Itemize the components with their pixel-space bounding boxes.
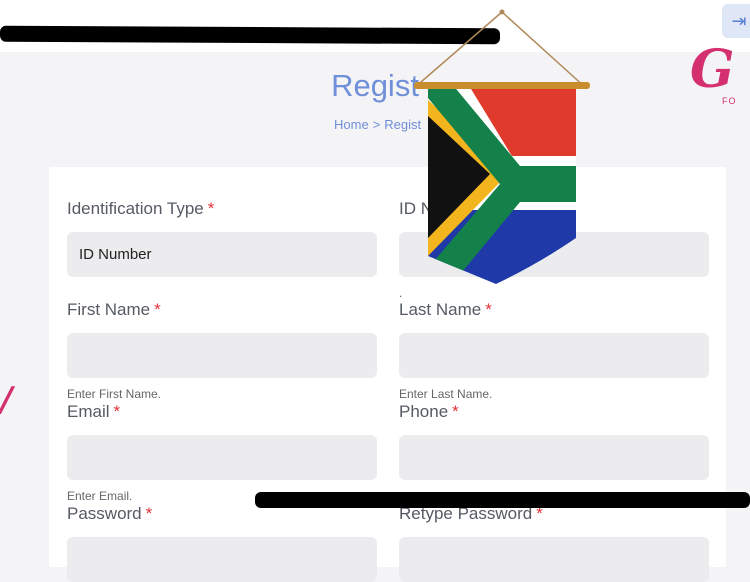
last-name-help: Enter Last Name. bbox=[399, 387, 493, 401]
redaction-scribble-bottom bbox=[255, 492, 750, 508]
email-label: Email bbox=[67, 402, 110, 421]
email-input[interactable] bbox=[67, 435, 377, 480]
login-button[interactable]: ⇥ bbox=[722, 4, 750, 38]
email-field: Email * Enter Email. bbox=[67, 401, 377, 503]
identification-type-label: Identification Type bbox=[67, 199, 204, 218]
required-marker: * bbox=[113, 402, 121, 421]
retype-password-field: Retype Password * bbox=[399, 503, 709, 582]
required-marker: * bbox=[485, 300, 492, 319]
required-marker: * bbox=[145, 504, 153, 523]
required-marker: * bbox=[207, 199, 215, 218]
identification-type-select[interactable]: ID Number bbox=[67, 232, 377, 277]
last-name-field: Last Name * Enter Last Name. bbox=[399, 299, 709, 401]
required-marker: * bbox=[452, 402, 459, 421]
south-africa-pennant-flag bbox=[413, 9, 590, 284]
breadcrumb-separator: > bbox=[372, 117, 381, 132]
password-label: Password bbox=[67, 504, 142, 523]
first-name-input[interactable] bbox=[67, 333, 377, 378]
first-name-field: First Name * Enter First Name. bbox=[67, 299, 377, 401]
sign-in-arrow-icon: ⇥ bbox=[731, 10, 747, 31]
identification-type-field: Identification Type * ID Number bbox=[67, 198, 377, 277]
phone-label: Phone bbox=[399, 402, 449, 421]
phone-field: Phone* . bbox=[399, 401, 709, 503]
last-name-input[interactable] bbox=[399, 333, 709, 378]
first-name-help: Enter First Name. bbox=[67, 387, 162, 401]
page-title: Regist bbox=[331, 68, 419, 103]
phone-input[interactable] bbox=[399, 435, 709, 480]
required-marker: * bbox=[154, 300, 161, 319]
retype-password-input[interactable] bbox=[399, 537, 709, 582]
last-name-label: Last Name bbox=[399, 300, 482, 319]
first-name-label: First Name bbox=[67, 300, 151, 319]
breadcrumb-home-link[interactable]: Home bbox=[334, 117, 369, 132]
decorative-brand-mark: / bbox=[0, 380, 13, 420]
password-field: Password * bbox=[67, 503, 377, 582]
password-input[interactable] bbox=[67, 537, 377, 582]
